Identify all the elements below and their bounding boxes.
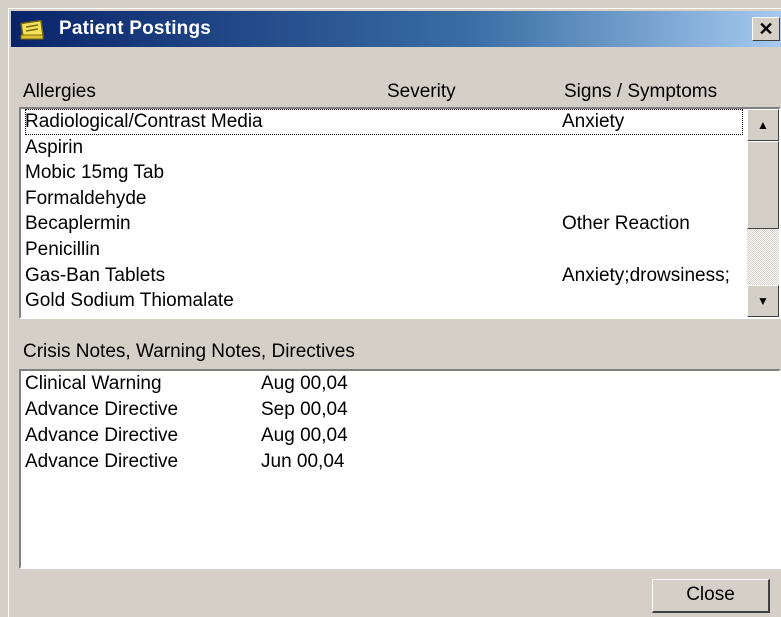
title-bar[interactable]: Patient Postings ✕ (11, 11, 781, 47)
column-header-severity: Severity (387, 81, 456, 102)
patient-postings-window: Patient Postings ✕ Allergies Severity Si… (8, 8, 781, 617)
allergy-row[interactable]: Mobic 15mg Tab (25, 160, 743, 186)
scroll-down-arrow-icon[interactable]: ▼ (747, 285, 779, 317)
allergies-list[interactable]: Radiological/Contrast Media Anxiety Aspiri… (19, 107, 781, 319)
note-type: Clinical Warning (25, 373, 162, 394)
window-title: Patient Postings (59, 18, 212, 39)
notepad-icon (20, 19, 44, 40)
note-date: Aug 00,04 (261, 425, 348, 446)
allergy-row[interactable]: Formaldehyde (25, 186, 743, 212)
notes-label: Crisis Notes, Warning Notes, Directives (23, 341, 355, 362)
note-date: Sep 00,04 (261, 399, 348, 420)
allergy-name: Penicillin (25, 238, 100, 260)
allergy-name: Gas-Ban Tablets (25, 264, 166, 286)
notes-rows: Clinical Warning Aug 00,04 Advance Directi… (21, 371, 779, 475)
note-row[interactable]: Advance Directive Jun 00,04 (21, 449, 779, 475)
allergy-name: Formaldehyde (25, 187, 147, 209)
allergy-row[interactable]: Gas-Ban Tablets Anxiety;drowsiness; (25, 263, 743, 289)
allergy-name: Becaplermin (25, 213, 131, 235)
column-header-signs-symptoms: Signs / Symptoms (564, 81, 718, 102)
allergy-name: Mobic 15mg Tab (25, 162, 165, 184)
allergy-signs: Anxiety (562, 111, 625, 132)
allergy-signs: Anxiety;drowsiness; (562, 264, 730, 286)
note-type: Advance Directive (25, 425, 179, 446)
note-type: Advance Directive (25, 451, 179, 472)
allergy-name: Radiological/Contrast Media (25, 111, 263, 132)
close-button[interactable]: Close (652, 579, 770, 613)
note-date: Aug 00,04 (261, 373, 348, 394)
window-close-button[interactable]: ✕ (752, 17, 780, 41)
allergy-name: Gold Sodium Thiomalate (25, 290, 234, 312)
allergy-signs: Other Reaction (562, 213, 690, 235)
notes-list[interactable]: Clinical Warning Aug 00,04 Advance Directi… (19, 369, 781, 569)
allergy-row[interactable]: Radiological/Contrast Media Anxiety (25, 109, 743, 135)
note-row[interactable]: Advance Directive Aug 00,04 (21, 423, 779, 449)
allergy-row[interactable]: Becaplermin Other Reaction (25, 211, 743, 237)
note-type: Advance Directive (25, 399, 179, 420)
allergy-row[interactable]: Penicillin (25, 237, 743, 263)
allergy-row[interactable]: Gold Sodium Thiomalate (25, 288, 743, 314)
note-row[interactable]: Advance Directive Sep 00,04 (21, 397, 779, 423)
allergy-name: Aspirin (25, 136, 84, 158)
note-row[interactable]: Clinical Warning Aug 00,04 (21, 371, 779, 397)
allergies-scrollbar[interactable]: ▲ ▼ (747, 109, 779, 317)
column-header-allergies: Allergies (23, 81, 96, 102)
allergy-row[interactable]: Aspirin (25, 135, 743, 161)
note-date: Jun 00,04 (261, 451, 345, 472)
scroll-thumb[interactable] (747, 141, 779, 229)
allergies-rows: Radiological/Contrast Media Anxiety Aspiri… (25, 109, 743, 317)
scroll-up-arrow-icon[interactable]: ▲ (747, 109, 779, 141)
